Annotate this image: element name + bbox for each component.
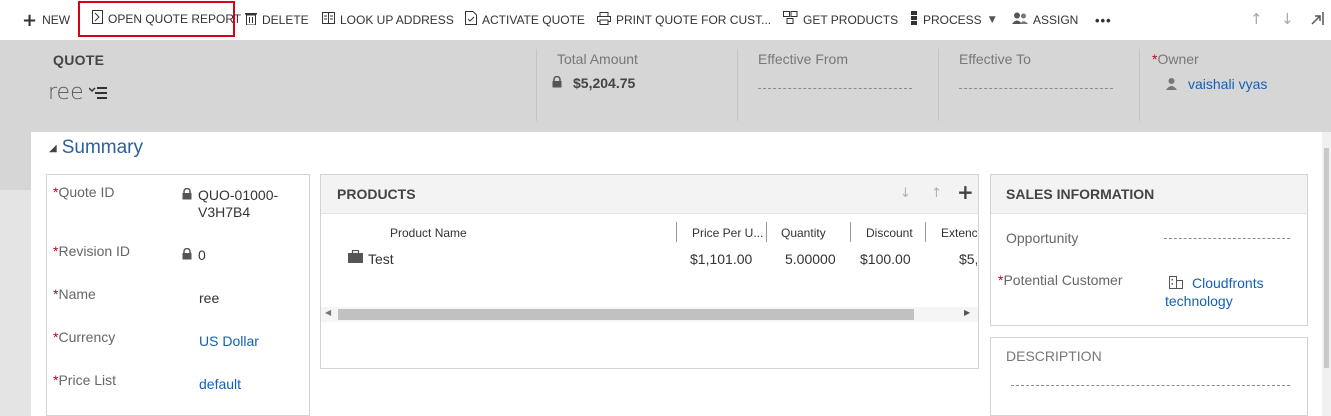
effective-to-empty-value[interactable]	[959, 79, 1113, 89]
previous-record-arrow-icon[interactable]: ↑	[1250, 10, 1263, 28]
price-list-link[interactable]: default	[199, 376, 241, 392]
opportunity-label: Opportunity	[1006, 230, 1079, 246]
assign-label: ASSIGN	[1033, 13, 1079, 27]
activate-quote-button[interactable]: ACTIVATE QUOTE	[465, 0, 585, 40]
column-divider[interactable]	[766, 222, 767, 242]
column-header-product-name[interactable]: Product Name	[390, 226, 467, 240]
summary-section-header[interactable]: ◢ Summary	[49, 137, 143, 159]
header-separator	[536, 49, 537, 121]
look-up-address-label: LOOK UP ADDRESS	[340, 13, 454, 27]
discount-cell: $100.00	[860, 251, 911, 267]
price-per-unit-cell: $1,101.00	[690, 251, 753, 267]
print-quote-label: PRINT QUOTE FOR CUST...	[616, 13, 772, 27]
column-header-price-per-unit[interactable]: Price Per U...	[692, 226, 763, 240]
process-dropdown-button[interactable]: PROCESS ▼	[910, 0, 996, 40]
name-value[interactable]: ree	[199, 290, 219, 306]
user-icon	[1166, 77, 1177, 95]
assign-users-icon	[1012, 12, 1028, 29]
record-selector-icon[interactable]	[88, 86, 107, 104]
horizontal-scrollbar-thumb[interactable]	[338, 309, 914, 320]
products-title: PRODUCTS	[337, 186, 416, 202]
entity-type-label: QUOTE	[53, 52, 105, 68]
column-divider[interactable]	[925, 222, 926, 242]
new-label: NEW	[42, 13, 71, 27]
column-header-quantity[interactable]: Quantity	[781, 226, 826, 240]
column-header-extended-amount[interactable]: Extenc	[941, 226, 977, 240]
delete-button[interactable]: DELETE	[245, 0, 309, 40]
open-quote-report-label: OPEN QUOTE REPORT	[108, 12, 242, 26]
owner-link[interactable]: vaishali vyas	[1188, 76, 1267, 92]
move-down-icon[interactable]: ↓	[900, 186, 911, 201]
activate-quote-label: ACTIVATE QUOTE	[482, 13, 585, 27]
lock-icon	[182, 187, 192, 205]
record-name: ree	[48, 80, 84, 105]
column-divider[interactable]	[676, 222, 677, 242]
trash-icon	[245, 12, 257, 29]
next-record-arrow-icon[interactable]: ↓	[1281, 10, 1294, 28]
lock-icon	[552, 75, 562, 93]
quote-id-label: *Quote ID	[53, 184, 115, 200]
collapse-triangle-icon: ◢	[49, 143, 57, 154]
new-button[interactable]: + NEW	[22, 0, 70, 40]
column-divider[interactable]	[850, 222, 851, 242]
potential-customer-link[interactable]: Cloudfronts technology	[1165, 274, 1264, 310]
plus-icon: +	[22, 9, 38, 31]
delete-label: DELETE	[262, 13, 309, 27]
currency-label: *Currency	[53, 329, 116, 345]
effective-to-label: Effective To	[959, 51, 1031, 67]
sales-information-title: SALES INFORMATION	[1006, 186, 1155, 202]
process-icon	[910, 11, 918, 29]
scroll-left-arrow-icon[interactable]: ◀	[325, 308, 331, 317]
potential-customer-label: *Potential Customer	[998, 272, 1123, 288]
get-products-button[interactable]: GET PRODUCTS	[783, 0, 898, 40]
header-separator	[1139, 49, 1140, 121]
printer-icon	[597, 11, 611, 29]
scroll-right-arrow-icon[interactable]: ▶	[964, 308, 970, 317]
total-amount-label: Total Amount	[557, 51, 638, 67]
lock-icon	[182, 247, 192, 265]
move-up-icon[interactable]: ↑	[931, 186, 942, 201]
revision-id-value: 0	[198, 247, 206, 263]
command-bar: + NEW OPEN QUOTE REPORT DELETE LOOK UP A…	[0, 0, 1331, 41]
popout-icon[interactable]	[1311, 11, 1324, 29]
effective-from-empty-value[interactable]	[758, 79, 912, 89]
report-icon	[92, 10, 103, 28]
currency-link[interactable]: US Dollar	[199, 333, 259, 349]
address-book-icon	[322, 12, 335, 28]
page-scrollbar-thumb[interactable]	[1324, 148, 1329, 368]
owner-label: *Owner	[1152, 51, 1199, 67]
activate-document-icon	[465, 11, 477, 29]
effective-from-label: Effective From	[758, 51, 848, 67]
assign-button[interactable]: ASSIGN	[1012, 0, 1078, 40]
more-commands-button[interactable]: •••	[1095, 0, 1112, 40]
revision-id-label: *Revision ID	[53, 243, 131, 259]
products-subgrid-header	[321, 175, 978, 214]
more-icon: •••	[1095, 12, 1112, 28]
extended-amount-cell: $5,	[959, 251, 977, 267]
column-header-discount[interactable]: Discount	[866, 226, 913, 240]
add-product-plus-icon[interactable]: +	[957, 180, 974, 204]
header-separator	[938, 49, 939, 121]
total-amount-value: $5,204.75	[573, 75, 636, 91]
description-label: DESCRIPTION	[1006, 348, 1102, 364]
description-empty-value[interactable]	[1011, 376, 1290, 386]
quantity-cell: 5.00000	[785, 251, 836, 267]
opportunity-empty-value[interactable]	[1164, 229, 1290, 239]
header-separator	[737, 49, 738, 121]
summary-title: Summary	[61, 137, 143, 158]
chevron-down-icon: ▼	[988, 15, 996, 25]
get-products-label: GET PRODUCTS	[803, 13, 899, 27]
quote-id-value: QUO-01000- V3H7B4	[198, 187, 279, 220]
products-icon	[783, 11, 798, 29]
price-list-label: *Price List	[53, 372, 117, 388]
open-quote-report-button[interactable]: OPEN QUOTE REPORT	[78, 1, 241, 37]
page-vertical-scrollbar[interactable]	[1322, 132, 1331, 416]
product-name-cell[interactable]: Test	[368, 251, 394, 267]
name-label: *Name	[53, 286, 96, 302]
product-icon	[348, 249, 363, 268]
process-label: PROCESS	[923, 13, 982, 27]
print-quote-button[interactable]: PRINT QUOTE FOR CUST...	[597, 0, 771, 40]
look-up-address-button[interactable]: LOOK UP ADDRESS	[322, 0, 454, 40]
